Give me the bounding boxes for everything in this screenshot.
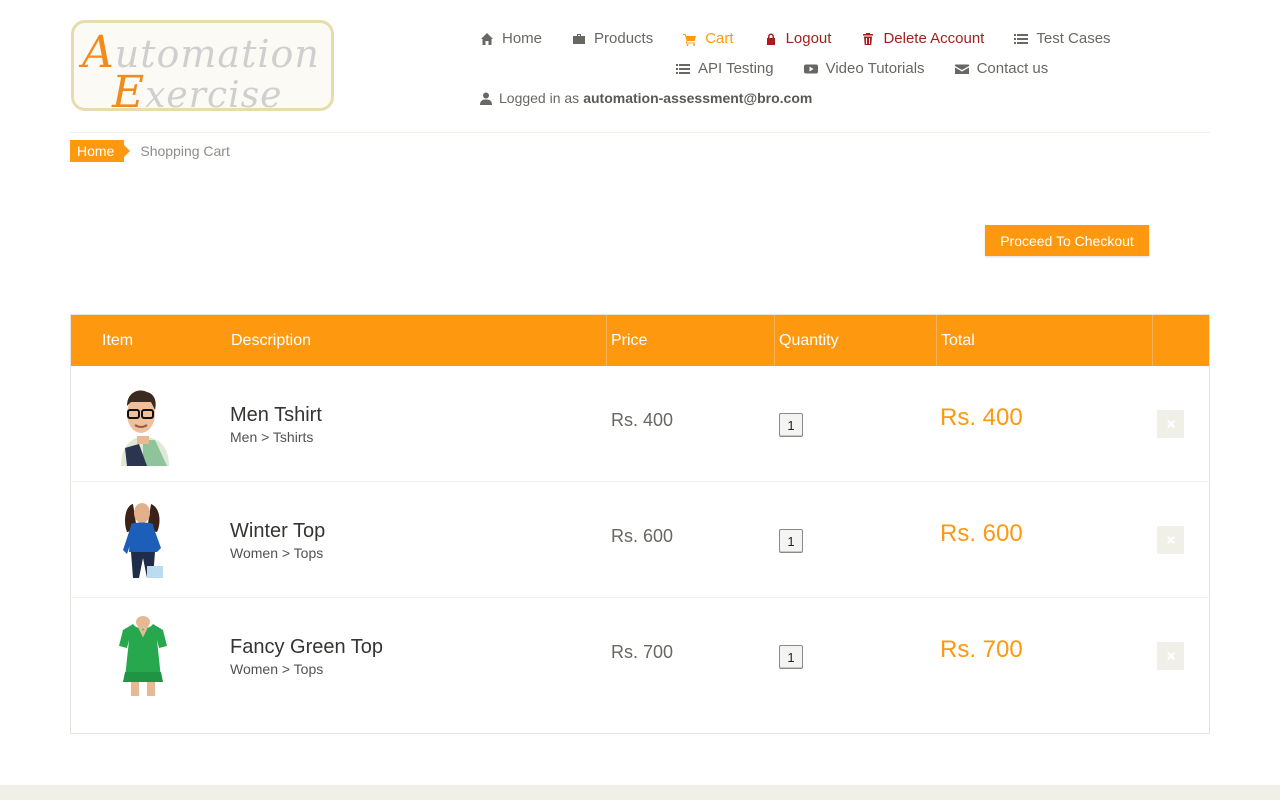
header-item: Item <box>102 332 134 349</box>
delete-item-button[interactable] <box>1157 410 1184 438</box>
product-image-fancy-green-top[interactable] <box>103 616 183 698</box>
product-image-winter-top[interactable] <box>103 500 183 582</box>
nav-test-cases-label: Test Cases <box>1036 30 1111 47</box>
envelope-icon <box>954 64 969 74</box>
product-category: Women > Tops <box>230 661 324 677</box>
close-icon <box>1166 652 1175 660</box>
quantity-box[interactable]: 1 <box>779 413 803 437</box>
briefcase-icon <box>573 33 586 44</box>
header-description: Description <box>231 332 312 349</box>
close-icon <box>1166 420 1175 428</box>
main-nav-row2: API Testing Video Tutorials Contact us <box>676 60 1078 77</box>
delete-item-button[interactable] <box>1157 642 1184 670</box>
header-price: Price <box>611 332 648 349</box>
home-icon <box>481 32 493 45</box>
site-logo[interactable]: Automation Exercise <box>71 20 334 111</box>
cart-row: Winter Top Women > Tops Rs. 600 1 Rs. 60… <box>71 482 1209 598</box>
logo-letter-e: E <box>112 67 146 111</box>
list-icon <box>676 63 690 74</box>
product-name[interactable]: Men Tshirt <box>230 404 322 427</box>
nav-contact-us[interactable]: Contact us <box>954 60 1049 77</box>
header-divider <box>1152 315 1153 366</box>
nav-delete-account-label: Delete Account <box>883 30 985 47</box>
nav-video-tutorials-label: Video Tutorials <box>825 60 925 77</box>
nav-home[interactable]: Home <box>480 30 542 47</box>
nav-products[interactable]: Products <box>572 30 653 47</box>
nav-contact-us-label: Contact us <box>976 60 1049 77</box>
header-quantity: Quantity <box>779 332 839 349</box>
nav-test-cases[interactable]: Test Cases <box>1014 30 1111 47</box>
product-price: Rs. 700 <box>611 642 674 662</box>
main-nav-row1: Home Products Cart Logout Delete Account… <box>480 30 1141 47</box>
nav-video-tutorials[interactable]: Video Tutorials <box>803 60 925 77</box>
nav-products-label: Products <box>594 30 654 47</box>
product-name[interactable]: Winter Top <box>230 520 325 543</box>
cart-row: Fancy Green Top Women > Tops Rs. 700 1 R… <box>71 598 1209 714</box>
youtube-play-icon <box>803 64 818 73</box>
product-name[interactable]: Fancy Green Top <box>230 636 383 659</box>
product-price: Rs. 600 <box>611 526 674 546</box>
breadcrumb: Home Shopping Cart <box>70 140 230 162</box>
delete-item-button[interactable] <box>1157 526 1184 554</box>
product-total: Rs. 700 <box>940 636 1023 663</box>
list-icon <box>1014 33 1029 44</box>
footer-band <box>0 785 1280 800</box>
header-total: Total <box>941 332 975 349</box>
product-image-men-tshirt[interactable] <box>103 384 183 466</box>
cart-icon <box>683 33 697 46</box>
user-icon <box>480 92 492 105</box>
nav-api-testing-label: API Testing <box>698 60 774 77</box>
trash-icon <box>863 32 874 45</box>
logo-letter-a: A <box>82 27 115 78</box>
logged-in-email: automation-assessment@bro.com <box>583 90 813 106</box>
nav-cart[interactable]: Cart <box>683 30 734 47</box>
product-category: Women > Tops <box>230 545 324 561</box>
header-divider <box>774 315 775 366</box>
logo-text-line2: xercise <box>145 75 283 111</box>
logged-in-label: Logged in as <box>499 90 580 106</box>
breadcrumb-current: Shopping Cart <box>140 143 230 159</box>
lock-icon <box>766 33 775 45</box>
product-total: Rs. 600 <box>940 520 1023 547</box>
nav-home-label: Home <box>502 30 543 47</box>
header-divider <box>606 315 607 366</box>
quantity-box[interactable]: 1 <box>779 529 803 553</box>
cart-table-header: Item Description Price Quantity Total <box>71 315 1209 366</box>
product-total: Rs. 400 <box>940 404 1023 431</box>
breadcrumb-home[interactable]: Home <box>70 140 131 162</box>
cart-table: Item Description Price Quantity Total Me… <box>70 314 1210 734</box>
product-category: Men > Tshirts <box>230 429 314 445</box>
close-icon <box>1166 536 1175 544</box>
nav-logout[interactable]: Logout <box>764 30 832 47</box>
site-header: Automation Exercise Home Products Cart L… <box>70 0 1210 133</box>
nav-cart-label: Cart <box>705 30 734 47</box>
nav-delete-account[interactable]: Delete Account <box>861 30 984 47</box>
nav-logout-label: Logout <box>785 30 832 47</box>
quantity-box[interactable]: 1 <box>779 645 803 669</box>
header-divider <box>936 315 937 366</box>
nav-api-testing[interactable]: API Testing <box>676 60 774 77</box>
product-price: Rs. 400 <box>611 410 674 430</box>
logged-in-status: Logged in as automation-assessment@bro.c… <box>480 90 812 106</box>
cart-row: Men Tshirt Men > Tshirts Rs. 400 1 Rs. 4… <box>71 366 1209 482</box>
proceed-to-checkout-button[interactable]: Proceed To Checkout <box>985 225 1149 256</box>
